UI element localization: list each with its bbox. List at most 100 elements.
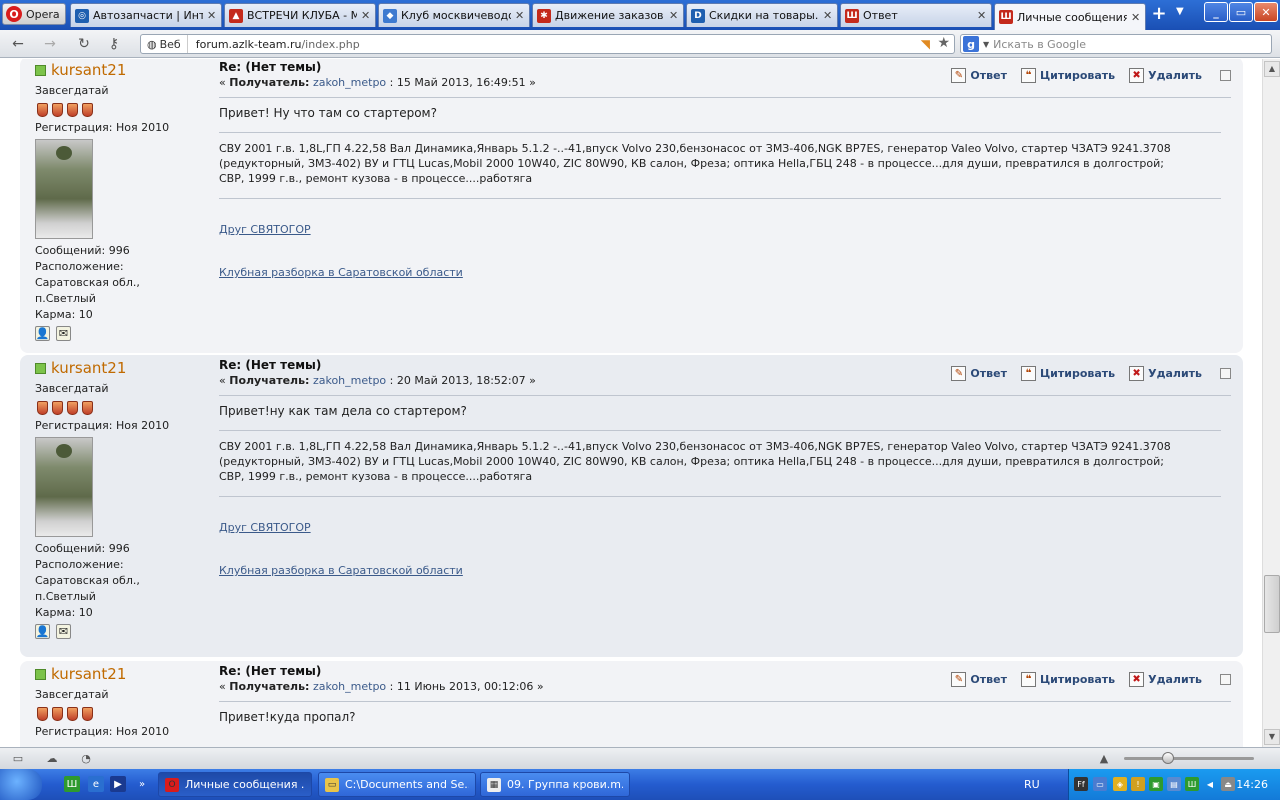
zoom-triangle-icon[interactable]: ▲ bbox=[1096, 752, 1112, 766]
tab-title: Автозапчасти | Инт... bbox=[93, 9, 203, 22]
tab-list-chevron-icon[interactable]: ▼ bbox=[1176, 6, 1184, 17]
opera-menu-label: Opera bbox=[26, 7, 60, 21]
reload-icon[interactable]: ↻ bbox=[76, 36, 92, 52]
browser-tab[interactable]: Ш Личные сообщения ✕ bbox=[994, 3, 1146, 30]
zoom-slider[interactable] bbox=[1124, 752, 1254, 764]
close-window-button[interactable]: ✕ bbox=[1254, 2, 1278, 22]
rss-feed-icon[interactable]: ◥ bbox=[921, 37, 930, 51]
opera-menu-button[interactable]: O Opera bbox=[2, 3, 66, 25]
message-actions: ✎ Ответ ❝ Цитировать ✖ Удалить bbox=[951, 672, 1231, 687]
close-tab-icon[interactable]: ✕ bbox=[361, 9, 371, 22]
close-tab-icon[interactable]: ✕ bbox=[823, 9, 833, 22]
scroll-up-arrow-icon[interactable]: ▲ bbox=[1264, 61, 1280, 77]
taskbar-window-button[interactable]: ▭ C:\Documents and Se... bbox=[318, 772, 476, 797]
recipient-link[interactable]: zakoh_metpo bbox=[313, 680, 386, 693]
tray-app-icon[interactable]: Ш bbox=[1185, 777, 1199, 791]
close-tab-icon[interactable]: ✕ bbox=[1131, 11, 1141, 24]
quote-button[interactable]: ❝ Цитировать bbox=[1020, 68, 1115, 83]
start-button[interactable] bbox=[0, 769, 42, 800]
tray-ffox-icon[interactable]: Ff bbox=[1074, 777, 1088, 791]
close-tab-icon[interactable]: ✕ bbox=[207, 9, 217, 22]
reply-button[interactable]: ✎ Ответ bbox=[951, 68, 1007, 83]
network-icon[interactable]: ▭ bbox=[1093, 777, 1107, 791]
maximize-button[interactable]: ▭ bbox=[1229, 2, 1253, 22]
usb-icon[interactable]: ▤ bbox=[1167, 777, 1181, 791]
reply-button[interactable]: ✎ Ответ bbox=[951, 672, 1007, 687]
signature-link-friend[interactable]: Друг СВЯТОГОР bbox=[219, 223, 1231, 236]
browser-tab[interactable]: Ш Ответ ✕ bbox=[840, 3, 992, 27]
browser-tab[interactable]: ✱ Движение заказов ✕ bbox=[532, 3, 684, 27]
rank-star-icon bbox=[37, 103, 48, 117]
profile-icon[interactable]: 👤 bbox=[35, 326, 50, 341]
search-engine-chevron-icon[interactable]: ▼ bbox=[983, 40, 989, 49]
speed-dial-icon[interactable]: ◔ bbox=[78, 752, 94, 766]
vertical-scrollbar[interactable]: ▲ ▼ bbox=[1262, 59, 1280, 747]
recipient-label: Получатель: bbox=[229, 374, 310, 387]
taskbar-window-button[interactable]: ▦ 09. Группа крови.m... bbox=[480, 772, 630, 797]
minimize-button[interactable]: _ bbox=[1204, 2, 1228, 22]
url-text[interactable]: forum.azlk-team.ru/index.php bbox=[188, 38, 360, 51]
zoom-slider-knob[interactable] bbox=[1162, 752, 1174, 764]
profile-icon[interactable]: 👤 bbox=[35, 624, 50, 639]
media-player-icon[interactable]: ▶ bbox=[110, 776, 126, 792]
author-name[interactable]: kursant21 bbox=[51, 665, 126, 683]
close-tab-icon[interactable]: ✕ bbox=[669, 9, 679, 22]
recipient-link[interactable]: zakoh_metpo bbox=[313, 76, 386, 89]
volume-icon[interactable]: ◀ bbox=[1203, 777, 1217, 791]
close-tab-icon[interactable]: ✕ bbox=[515, 9, 525, 22]
taskbar-window-button[interactable]: O Личные сообщения ... bbox=[158, 772, 312, 797]
personal-message-icon[interactable]: ✉ bbox=[56, 326, 71, 341]
language-indicator[interactable]: RU bbox=[1024, 778, 1040, 791]
author-name[interactable]: kursant21 bbox=[51, 61, 126, 79]
rank-star-icon bbox=[52, 707, 63, 721]
browser-tab[interactable]: ◎ Автозапчасти | Инт... ✕ bbox=[70, 3, 222, 27]
quicklaunch-app-icon[interactable]: Ш bbox=[64, 776, 80, 792]
signature-line: СВР, 1999 г.в., ремонт кузова - в процес… bbox=[219, 470, 533, 483]
wand-key-icon[interactable]: ⚷ bbox=[106, 36, 122, 52]
scroll-down-arrow-icon[interactable]: ▼ bbox=[1264, 729, 1280, 745]
warning-icon[interactable]: ! bbox=[1131, 777, 1145, 791]
close-tab-icon[interactable]: ✕ bbox=[977, 9, 987, 22]
message-post: kursant21 Завсегдатай Регистрация: Ноя 201… bbox=[20, 355, 1243, 657]
new-tab-button[interactable]: + bbox=[1148, 5, 1170, 25]
network-activity-icon[interactable]: ▣ bbox=[1149, 777, 1163, 791]
delete-button[interactable]: ✖ Удалить bbox=[1129, 68, 1202, 83]
quicklaunch-more-icon[interactable]: » bbox=[134, 776, 150, 792]
search-box[interactable]: g ▼ Искать в Google bbox=[960, 34, 1272, 54]
browser-tab[interactable]: D Скидки на товары.... ✕ bbox=[686, 3, 838, 27]
location-line: Саратовская обл., bbox=[35, 574, 140, 587]
browser-tab[interactable]: ▲ ВСТРЕЧИ КЛУБА - М... ✕ bbox=[224, 3, 376, 27]
delete-button[interactable]: ✖ Удалить bbox=[1129, 366, 1202, 381]
address-bar[interactable]: ◍ Веб forum.azlk-team.ru/index.php ◥ ★ bbox=[140, 34, 955, 54]
panel-toggle-icon[interactable]: ▭ bbox=[10, 752, 26, 766]
web-badge[interactable]: ◍ Веб bbox=[141, 35, 188, 53]
cloud-icon[interactable]: ☁ bbox=[44, 752, 60, 766]
signature-line: СВР, 1999 г.в., ремонт кузова - в процес… bbox=[219, 172, 533, 185]
browser-tab[interactable]: ◆ Клуб москвичеводо... ✕ bbox=[378, 3, 530, 27]
back-arrow-icon[interactable]: ← bbox=[10, 36, 26, 52]
select-message-checkbox[interactable] bbox=[1220, 70, 1231, 81]
signature-link-friend[interactable]: Друг СВЯТОГОР bbox=[219, 521, 1231, 534]
author-name[interactable]: kursant21 bbox=[51, 359, 126, 377]
safely-remove-icon[interactable]: ⏏ bbox=[1221, 777, 1235, 791]
recipient-link[interactable]: zakoh_metpo bbox=[313, 374, 386, 387]
google-icon[interactable]: g bbox=[963, 36, 979, 52]
signature-link-club[interactable]: Клубная разборка в Саратовской области bbox=[219, 564, 1231, 577]
internet-explorer-icon[interactable]: e bbox=[88, 776, 104, 792]
reply-button[interactable]: ✎ Ответ bbox=[951, 366, 1007, 381]
bookmark-star-icon[interactable]: ★ bbox=[937, 35, 950, 51]
personal-message-icon[interactable]: ✉ bbox=[56, 624, 71, 639]
location-line: п.Светлый bbox=[35, 590, 96, 603]
select-message-checkbox[interactable] bbox=[1220, 674, 1231, 685]
delete-icon: ✖ bbox=[1129, 366, 1145, 381]
select-message-checkbox[interactable] bbox=[1220, 368, 1231, 379]
delete-button[interactable]: ✖ Удалить bbox=[1129, 672, 1202, 687]
quote-button[interactable]: ❝ Цитировать bbox=[1020, 672, 1115, 687]
quote-button[interactable]: ❝ Цитировать bbox=[1020, 366, 1115, 381]
forward-arrow-icon[interactable]: → bbox=[42, 36, 58, 52]
scrollbar-thumb[interactable] bbox=[1264, 575, 1280, 633]
shield-icon[interactable]: ◈ bbox=[1113, 777, 1127, 791]
signature-link-club[interactable]: Клубная разборка в Саратовской области bbox=[219, 266, 1231, 279]
location-label: Расположение: bbox=[35, 260, 124, 273]
taskbar-window-title: Личные сообщения ... bbox=[185, 778, 305, 791]
